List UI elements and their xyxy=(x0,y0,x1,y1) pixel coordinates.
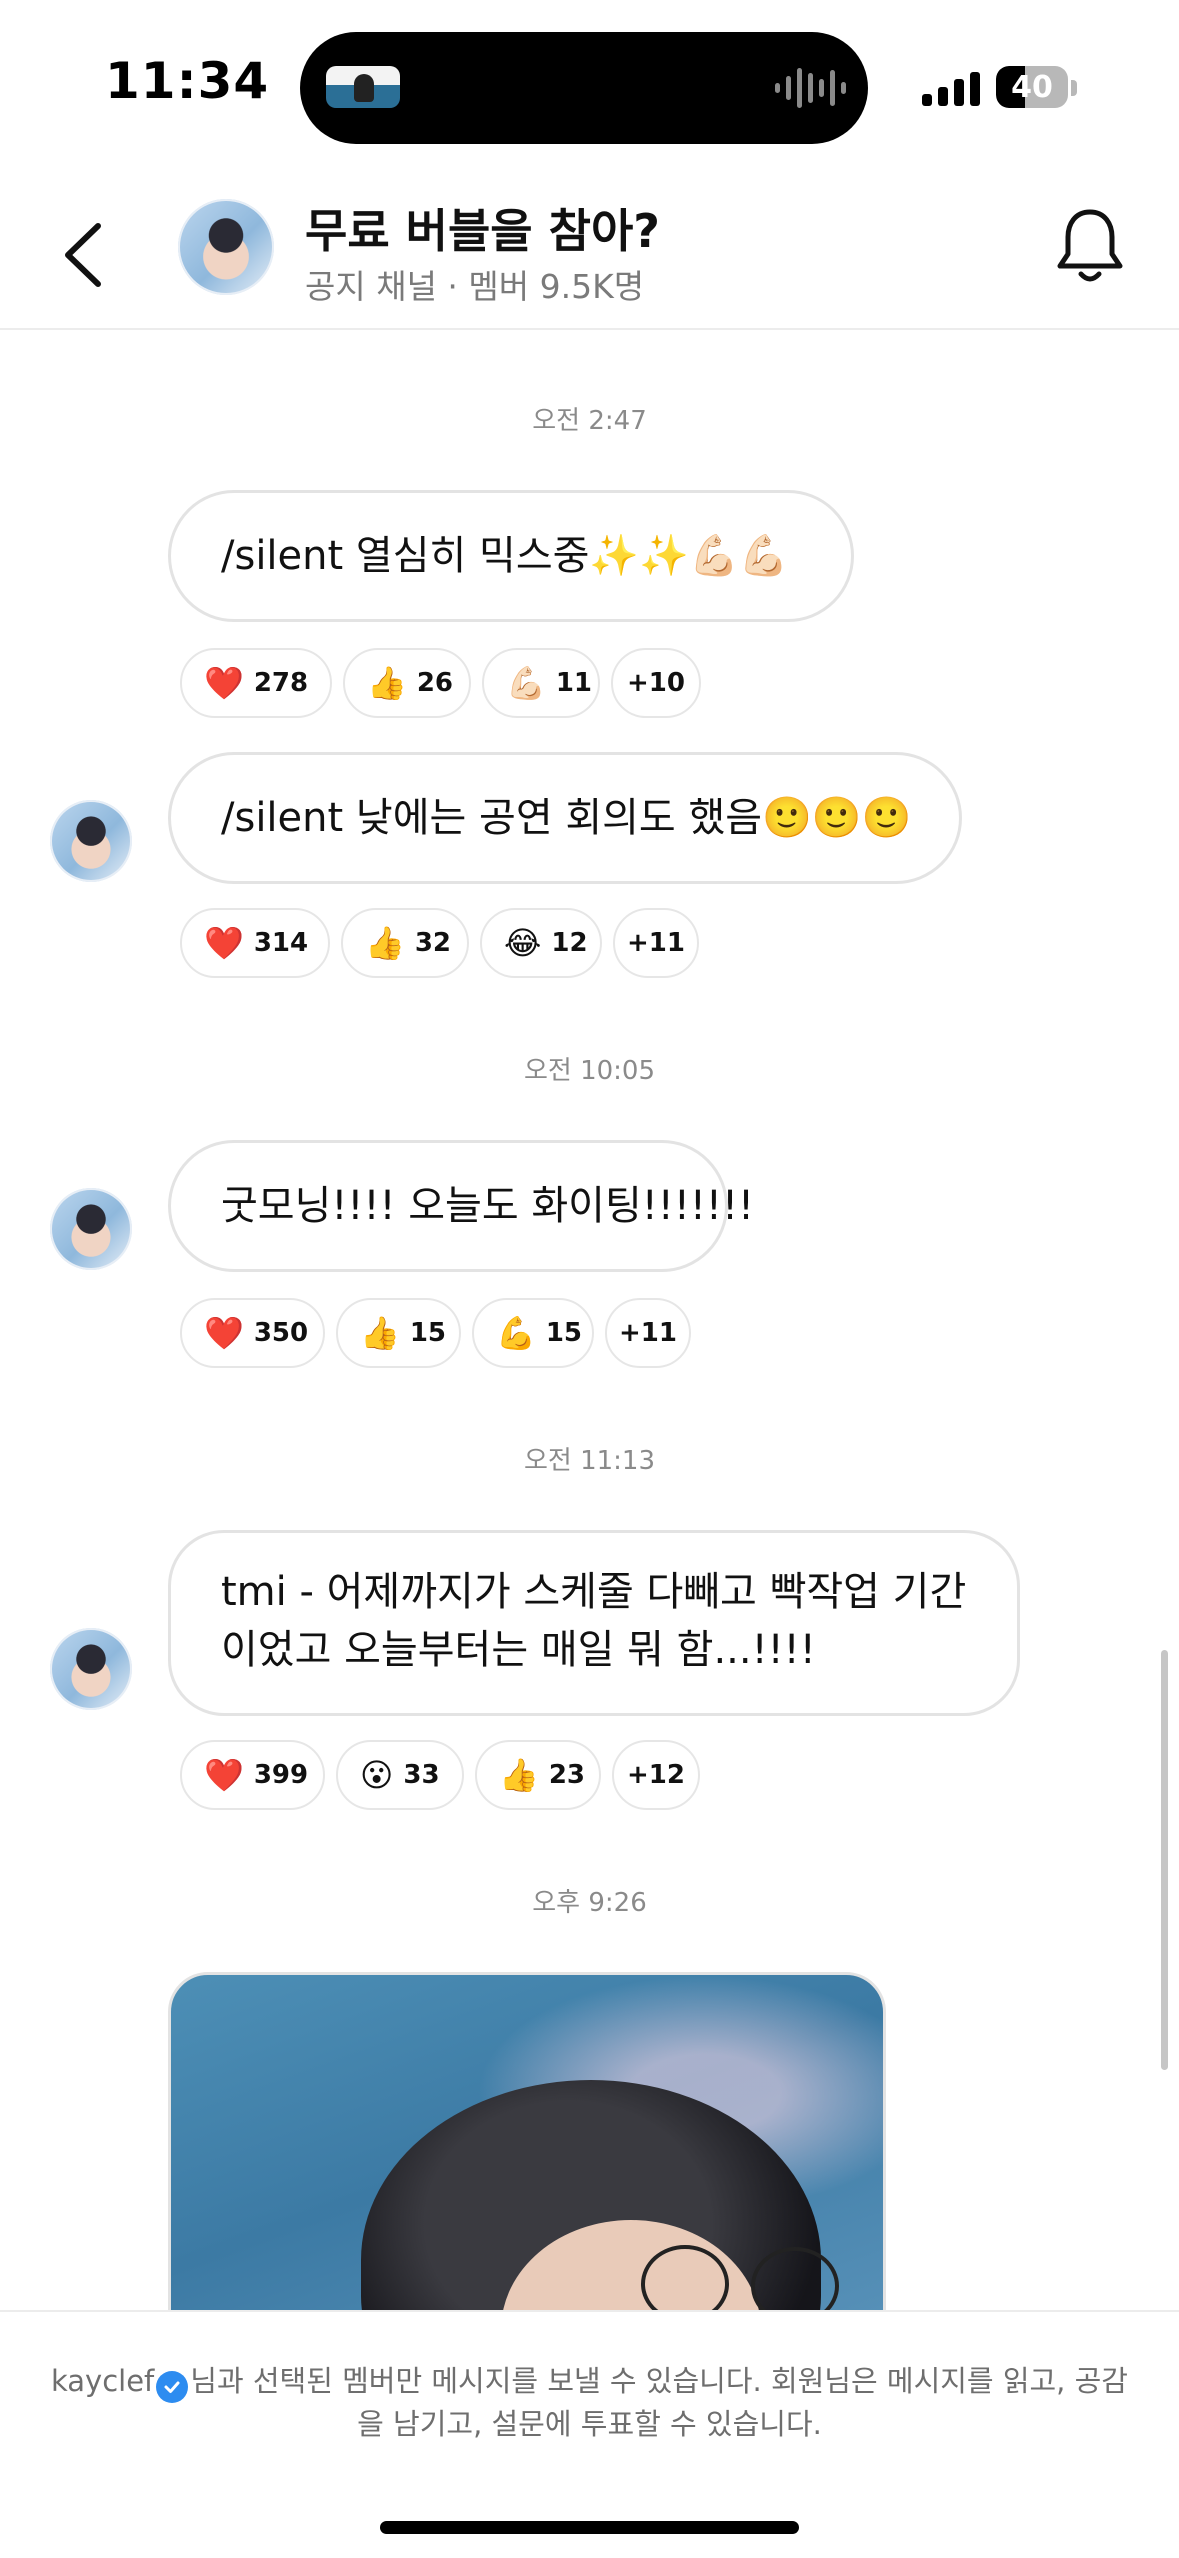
reaction-bar: ❤️ 278 👍 26 💪🏻 11 +10 xyxy=(180,648,701,718)
scrollbar[interactable] xyxy=(1161,1650,1168,2070)
reaction-pill[interactable]: 💪 15 xyxy=(472,1298,594,1368)
battery-percent: 40 xyxy=(1011,69,1053,105)
heart-icon: ❤️ xyxy=(204,664,244,702)
reaction-pill[interactable]: ❤️ 278 xyxy=(180,648,332,718)
reaction-pill[interactable]: 👍 15 xyxy=(336,1298,461,1368)
bell-icon xyxy=(1057,209,1123,282)
reaction-count: 15 xyxy=(409,1318,447,1348)
sender-avatar[interactable] xyxy=(50,800,132,882)
reaction-count: 278 xyxy=(253,668,309,698)
channel-avatar[interactable] xyxy=(178,199,274,295)
footer-notice: kayclef 님과 선택된 멤버만 메시지를 보낼 수 있습니다. 회원님은 메… xyxy=(50,2360,1129,2445)
reaction-count: 11 xyxy=(555,668,593,698)
reaction-count: 399 xyxy=(253,1760,309,1790)
timestamp: 오후 9:26 xyxy=(532,1888,647,1918)
timestamp: 오전 11:13 xyxy=(523,1446,656,1476)
reaction-count: 314 xyxy=(253,928,309,958)
verified-badge-icon xyxy=(156,2371,189,2403)
artist-username: kayclef xyxy=(51,2364,155,2398)
thumbs-up-icon: 👍 xyxy=(365,924,405,962)
message-bubble[interactable]: /silent 열심히 믹스중✨✨💪🏻💪🏻 xyxy=(168,490,854,622)
reaction-pill[interactable]: 😂 12 xyxy=(480,908,602,978)
reaction-pill[interactable]: 👍 23 xyxy=(475,1740,601,1810)
header-divider xyxy=(0,328,1179,330)
thumbs-up-icon: 👍 xyxy=(360,1314,400,1352)
reaction-count: 12 xyxy=(551,928,588,958)
home-indicator[interactable] xyxy=(380,2521,799,2534)
message-bubble[interactable]: /silent 낮에는 공연 회의도 했음🙂🙂🙂 xyxy=(168,752,962,884)
reaction-pill[interactable]: 👍 32 xyxy=(341,908,469,978)
battery-icon: 40 xyxy=(996,66,1068,108)
reaction-bar: ❤️ 399 😮 33 👍 23 +12 xyxy=(180,1740,700,1810)
message-bubble[interactable]: 굿모닝!!!! 오늘도 화이팅!!!!!!! xyxy=(168,1140,754,1272)
back-button[interactable] xyxy=(60,210,130,300)
thumbs-up-icon: 👍 xyxy=(367,664,407,702)
audio-waveform-icon xyxy=(775,66,846,110)
flexed-biceps-icon: 💪🏻 xyxy=(506,664,546,702)
surprised-icon: 😮 xyxy=(360,1756,394,1794)
sender-avatar[interactable] xyxy=(50,1628,132,1710)
more-reactions-button[interactable]: +11 xyxy=(605,1298,691,1368)
heart-icon: ❤️ xyxy=(204,1756,244,1794)
chevron-left-icon xyxy=(65,223,101,287)
reaction-pill[interactable]: 😮 33 xyxy=(336,1740,464,1810)
reaction-pill[interactable]: ❤️ 350 xyxy=(180,1298,325,1368)
battery-cap xyxy=(1071,80,1077,96)
reaction-pill[interactable]: 💪🏻 11 xyxy=(482,648,600,718)
reaction-count: 33 xyxy=(403,1760,440,1790)
footer-notice-text: 님과 선택된 멤버만 메시지를 보낼 수 있습니다. 회원님은 메시지를 읽고,… xyxy=(190,2364,1128,2441)
notification-button[interactable] xyxy=(1055,206,1135,292)
now-playing-artwork xyxy=(326,66,400,108)
cellular-signal-icon xyxy=(922,70,980,106)
heart-icon: ❤️ xyxy=(204,924,244,962)
timestamp: 오전 2:47 xyxy=(532,406,647,436)
more-reactions-button[interactable]: +11 xyxy=(613,908,699,978)
reaction-pill[interactable]: 👍 26 xyxy=(343,648,471,718)
status-time: 11:34 xyxy=(105,52,270,110)
reaction-bar: ❤️ 350 👍 15 💪 15 +11 xyxy=(180,1298,691,1368)
reaction-bar: ❤️ 314 👍 32 😂 12 +11 xyxy=(180,908,699,978)
sender-avatar[interactable] xyxy=(50,1188,132,1270)
reaction-pill[interactable]: ❤️ 399 xyxy=(180,1740,325,1810)
reaction-count: 350 xyxy=(253,1318,309,1348)
channel-title: 무료 버블을 참아? xyxy=(305,204,660,258)
laughing-icon: 😂 xyxy=(504,924,542,962)
thumbs-up-icon: 👍 xyxy=(499,1756,539,1794)
reaction-count: 23 xyxy=(548,1760,586,1790)
heart-icon: ❤️ xyxy=(204,1314,244,1352)
reaction-pill[interactable]: ❤️ 314 xyxy=(180,908,330,978)
reaction-count: 32 xyxy=(414,928,452,958)
reaction-count: 15 xyxy=(545,1318,583,1348)
message-bubble[interactable]: tmi - 어제까지가 스케줄 다빼고 빡작업 기간이었고 오늘부터는 매일 뭐… xyxy=(168,1530,1020,1716)
reaction-count: 26 xyxy=(416,668,454,698)
more-reactions-button[interactable]: +10 xyxy=(611,648,701,718)
more-reactions-button[interactable]: +12 xyxy=(612,1740,700,1810)
flexed-biceps-icon: 💪 xyxy=(496,1314,536,1352)
channel-subtitle: 공지 채널 · 멤버 9.5K명 xyxy=(305,267,645,306)
timestamp: 오전 10:05 xyxy=(523,1056,656,1086)
